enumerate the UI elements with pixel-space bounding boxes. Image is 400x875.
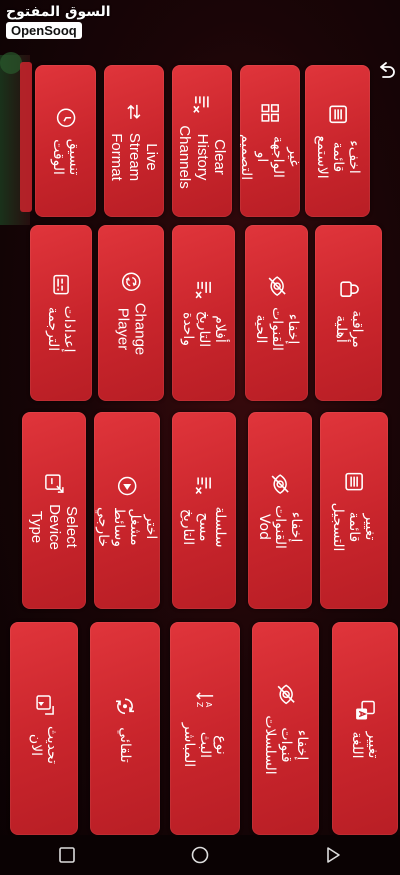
- tile-label: Select Device Type: [28, 503, 80, 550]
- select-device-type-tile[interactable]: Select Device Type: [22, 412, 86, 609]
- tile-label: غير الواجهة او التصميم: [240, 133, 300, 181]
- lock-icon: [338, 278, 360, 300]
- clear-history-series-tile[interactable]: سلسلة مسح التاريخ: [172, 412, 236, 609]
- avatar: [0, 52, 22, 74]
- triangle-icon: [327, 847, 341, 863]
- hide-vod-channels-tile[interactable]: إخفاء القنوات Vod: [248, 412, 312, 609]
- hide-live-channels-tile[interactable]: إخفاء القنوات الحية: [245, 225, 308, 401]
- tile-label: إخفاء القنوات Vod: [255, 504, 305, 549]
- tile-label: نوع البث المباشر: [180, 722, 230, 767]
- list-icon: [327, 103, 349, 125]
- clear-list-icon: [193, 279, 215, 301]
- translation-settings-tile[interactable]: إعدادات الترجمة: [30, 225, 92, 401]
- tile-label: تلقائي: [117, 726, 134, 763]
- change-player-tile[interactable]: Change Player: [98, 225, 164, 401]
- tile-label: أفلام التاريخ واحدة: [179, 310, 228, 348]
- vod-list-tile[interactable]: اخفء قائمة الاستمع: [305, 65, 370, 217]
- tile-label: اختر مشغل وسائط خارجي: [94, 506, 160, 547]
- grid-icon: [259, 102, 281, 124]
- parental-control-tile[interactable]: مراقبة أهلية: [315, 225, 382, 401]
- device-icon: [43, 472, 65, 494]
- tile-label: تغيير اللغة: [349, 730, 382, 759]
- opensooq-watermark: السوق المفتوح OpenSooq: [6, 4, 111, 39]
- tile-label: اخفء قائمة الاستمع: [313, 135, 362, 179]
- tile-label: تنسيق الوقت: [49, 138, 82, 176]
- tile-label: مراقبة أهلية: [332, 310, 365, 348]
- watermark-english: OpenSooq: [6, 22, 82, 39]
- eye-off-icon: [266, 275, 288, 297]
- live-stream-type-tile[interactable]: AZ نوع البث المباشر: [170, 622, 240, 835]
- tile-label: إخفاء القنوات الحية: [252, 307, 301, 351]
- eye-off-icon: [275, 683, 297, 705]
- back-button[interactable]: [315, 837, 351, 873]
- sync-icon: [114, 695, 136, 717]
- update-icon: [33, 694, 55, 716]
- home-button[interactable]: [182, 837, 218, 873]
- hide-series-tile[interactable]: إخفاء قنوات السلسلات: [252, 622, 319, 835]
- circle-icon: [191, 846, 209, 864]
- auto-start-tile[interactable]: تلقائي: [90, 622, 160, 835]
- partial-tile[interactable]: [20, 62, 32, 212]
- square-icon: [58, 847, 75, 863]
- system-nav-bar: [0, 835, 400, 875]
- clock-icon: [55, 107, 77, 129]
- watermark-arabic: السوق المفتوح: [6, 4, 111, 20]
- clear-history-tile[interactable]: Clear History Channels: [172, 65, 232, 217]
- recents-button[interactable]: [49, 837, 85, 873]
- tile-label: تحديث الان: [28, 725, 61, 764]
- play-circle-icon: [116, 474, 138, 496]
- update-now-tile[interactable]: تحديث الان: [10, 622, 78, 835]
- live-stream-format-tile[interactable]: Live Stream Format: [104, 65, 164, 217]
- tile-label: إعدادات الترجمة: [45, 305, 78, 353]
- change-language-tile[interactable]: تغيير اللغة: [332, 622, 398, 835]
- interface-change-tile[interactable]: غير الواجهة او التصميم: [240, 65, 300, 217]
- back-arrow-icon[interactable]: [376, 62, 396, 80]
- refresh-icon: [120, 271, 142, 293]
- sort-az-icon: AZ: [194, 690, 216, 712]
- clear-list-icon: [193, 474, 215, 496]
- tile-label: Change Player: [114, 302, 149, 356]
- tile-label: سلسلة مسح التاريخ: [179, 506, 229, 547]
- svg-text:Z: Z: [195, 701, 204, 707]
- time-format-tile[interactable]: تنسيق الوقت: [35, 65, 96, 217]
- list-icon: [343, 470, 365, 492]
- subtitles-icon: [50, 274, 72, 296]
- tile-label: Live Stream Format: [108, 132, 160, 182]
- eye-off-icon: [269, 473, 291, 495]
- svg-text:A: A: [204, 701, 213, 707]
- tile-label: إخفاء قنوات السلسلات: [261, 714, 310, 775]
- clear-list-icon: [191, 93, 213, 115]
- record-list-tile[interactable]: تغيير قائمة التسجيل: [320, 412, 388, 609]
- stream-arrows-icon: [123, 101, 145, 123]
- tile-label: Clear History Channels: [176, 125, 228, 189]
- tile-label: تغيير قائمة التسجيل: [329, 502, 379, 551]
- external-player-tile[interactable]: اختر مشغل وسائط خارجي: [94, 412, 160, 609]
- translate-icon: [354, 699, 376, 721]
- catchup-single-tile[interactable]: أفلام التاريخ واحدة: [172, 225, 235, 401]
